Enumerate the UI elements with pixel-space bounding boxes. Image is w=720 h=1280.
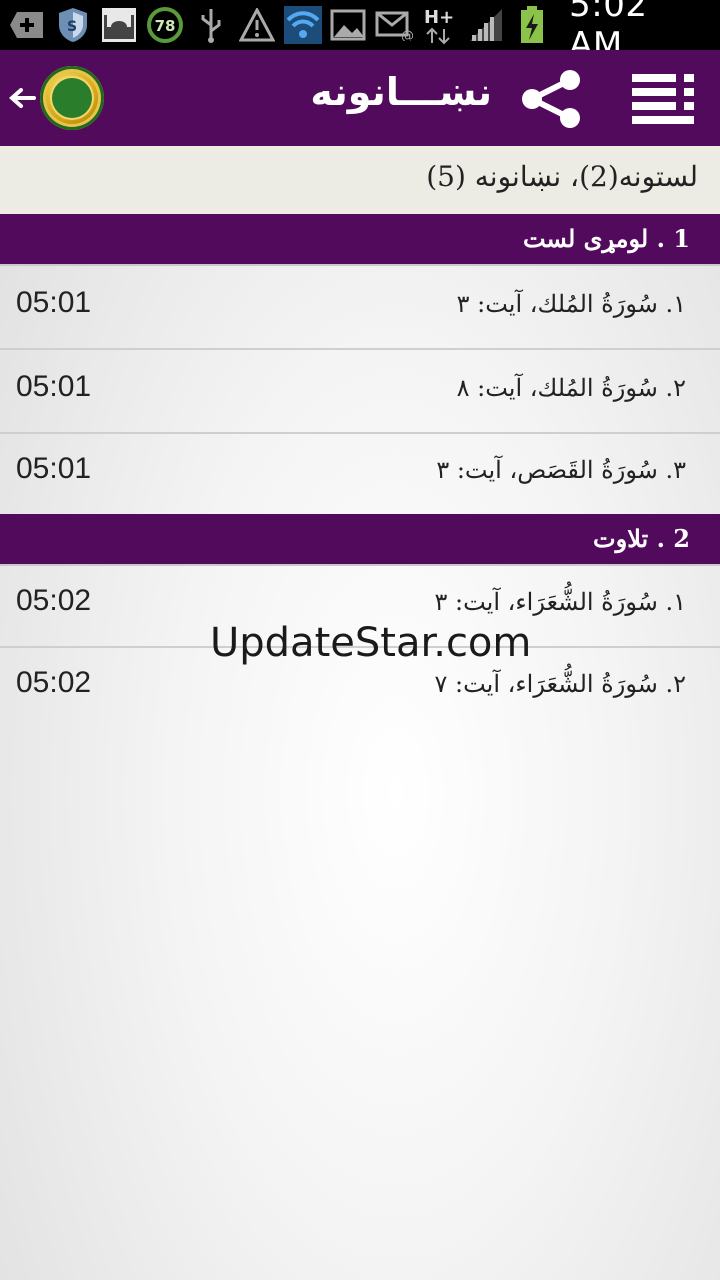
bookmark-row[interactable]: 05:01 ۳. سُورَةُ القَصَص، آیت: ۳ (0, 432, 720, 516)
signal-icon (467, 6, 505, 44)
section-header[interactable]: 1 . لومړی لست (0, 214, 720, 266)
app-bar: نښـــانونه (0, 50, 720, 146)
share-icon[interactable] (520, 68, 584, 130)
battery-charging-icon (513, 6, 551, 44)
bookmark-title: ۱. سُورَةُ الشُّعَرَاء، آیت: ۳ (434, 588, 686, 616)
back-arrow-icon[interactable] (8, 86, 36, 110)
bookmark-time: 05:01 (16, 370, 92, 403)
bookmark-time: 05:01 (16, 286, 92, 319)
summary-text: لستونه(2)، نښانونه (5) (426, 160, 698, 193)
bookmark-title: ۳. سُورَةُ القَصَص، آیت: ۳ (436, 456, 686, 484)
section-header[interactable]: 2 . تلاوت (0, 514, 720, 566)
section-label: 1 . لومړی لست (522, 224, 690, 253)
email-icon: @ (375, 6, 413, 44)
usb-icon (192, 6, 230, 44)
mosque-icon (100, 6, 138, 44)
svg-text:@: @ (401, 29, 413, 41)
warning-icon (238, 6, 276, 44)
watermark-text: UpdateStar.com (210, 620, 532, 666)
section-label: 2 . تلاوت (593, 524, 690, 553)
wifi-icon (283, 6, 322, 44)
svg-text:H+: H+ (424, 7, 454, 28)
status-bar: S 78 @ H+ 5:02 AM (0, 0, 720, 65)
menu-icon[interactable] (632, 74, 696, 124)
svg-text:78: 78 (154, 17, 175, 35)
summary-bar: لستونه(2)، نښانونه (5) (0, 146, 720, 215)
add-icon (8, 6, 46, 44)
bookmark-time: 05:01 (16, 452, 92, 485)
svg-text:S: S (67, 19, 77, 35)
bookmark-row[interactable]: 05:01 ۲. سُورَةُ المُلك، آیت: ۸ (0, 350, 720, 434)
bookmark-row[interactable]: 05:01 ۱. سُورَةُ المُلك، آیت: ۳ (0, 266, 720, 350)
shield-icon: S (54, 6, 92, 44)
logo-emblem (52, 78, 92, 118)
bookmark-time: 05:02 (16, 666, 92, 699)
network-hplus-icon: H+ (421, 6, 459, 45)
bookmark-title: ۱. سُورَةُ المُلك، آیت: ۳ (456, 290, 686, 318)
bookmark-title: ۲. سُورَةُ الشُّعَرَاء، آیت: ۷ (434, 670, 686, 698)
battery-78-icon: 78 (146, 6, 184, 44)
quran-logo-icon[interactable] (40, 66, 104, 130)
image-icon (330, 6, 368, 44)
bookmark-title: ۲. سُورَةُ المُلك، آیت: ۸ (456, 374, 686, 402)
page-title: نښـــانونه (310, 70, 492, 114)
bookmark-time: 05:02 (16, 584, 92, 617)
